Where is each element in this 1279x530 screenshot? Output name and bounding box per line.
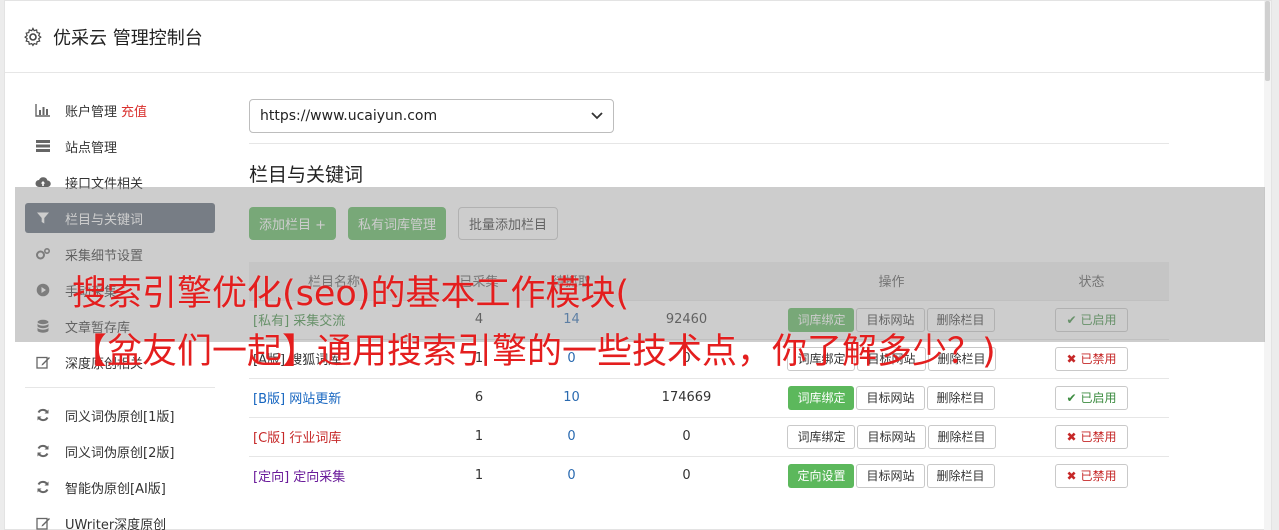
sidebar-item-label: 智能伪原创[AI版] <box>65 481 166 497</box>
column-name-link[interactable]: 定向采集 <box>293 470 345 485</box>
sidebar-item-label: 站点管理 <box>65 140 118 156</box>
count-cell: 0 <box>604 416 769 456</box>
actions-cell: 词库绑定 目标网站 删除栏目 <box>769 377 1014 417</box>
scrollbar[interactable] <box>1264 1 1271 530</box>
edit-icon <box>35 354 51 370</box>
watermark-overlay <box>15 187 1265 342</box>
column-tag: [C版] <box>253 431 286 446</box>
status-toggle[interactable]: ✖ 已禁用 <box>1055 424 1128 449</box>
sidebar-item-sites[interactable]: 站点管理 <box>25 131 215 161</box>
status-cell: ✖ 已禁用 <box>1014 455 1169 495</box>
site-select-value: https://www.ucaiyun.com <box>260 108 438 124</box>
chevron-down-icon <box>591 112 603 120</box>
count-cell: 0 <box>604 455 769 495</box>
table-row: [C版] 行业词库 1 0 0 词库绑定 目标网站 删除栏目 ✖ 已禁用 <box>249 416 1169 456</box>
bar-chart-icon <box>35 102 51 118</box>
bind-library-button[interactable]: 词库绑定 <box>787 424 856 449</box>
top-bar: 优采云 管理控制台 <box>5 1 1271 73</box>
sidebar-divider <box>25 387 215 388</box>
sidebar-item-label: 同义词伪原创[1版] <box>65 409 175 425</box>
table-row: [B版] 网站更新 6 10 174669 词库绑定 目标网站 删除栏目 ✔ 已启用 <box>249 377 1169 417</box>
column-name-link[interactable]: 网站更新 <box>289 392 341 407</box>
delete-column-button[interactable]: 删除栏目 <box>926 385 995 410</box>
sidebar-item-ai-rewrite[interactable]: 智能伪原创[AI版] <box>25 472 215 502</box>
status-label: 已启用 <box>1080 391 1117 405</box>
check-icon: ✔ <box>1066 390 1077 405</box>
page-title: 优采云 管理控制台 <box>53 27 203 49</box>
column-name-cell: [C版] 行业词库 <box>249 416 419 456</box>
refresh-icon <box>35 443 51 459</box>
column-tag: [定向] <box>253 470 290 486</box>
cross-icon: ✖ <box>1066 468 1077 483</box>
refresh-icon <box>35 479 51 495</box>
actions-cell: 定向设置 目标网站 删除栏目 <box>769 455 1014 495</box>
status-label: 已禁用 <box>1080 469 1117 484</box>
sidebar-item-label: UWriter深度原创 <box>65 517 167 530</box>
divider <box>249 143 1169 144</box>
status-cell: ✖ 已禁用 <box>1014 416 1169 456</box>
collected-cell: 1 <box>419 455 539 495</box>
status-label: 已禁用 <box>1080 352 1117 366</box>
column-name-cell: [定向] 定向采集 <box>249 455 419 495</box>
status-label: 已禁用 <box>1080 430 1117 444</box>
bind-library-button[interactable]: 词库绑定 <box>788 385 855 410</box>
delete-column-button[interactable]: 删除栏目 <box>926 463 995 488</box>
table-row: [定向] 定向采集 1 0 0 定向设置 目标网站 删除栏目 ✖ 已禁用 <box>249 455 1169 495</box>
status-toggle[interactable]: ✖ 已禁用 <box>1055 463 1128 488</box>
sidebar-item-uwriter[interactable]: UWriter深度原创 <box>25 508 215 530</box>
pending-cell[interactable]: 0 <box>539 416 604 456</box>
status-cell: ✖ 已禁用 <box>1014 338 1169 378</box>
sidebar-item-label: 同义词伪原创[2版] <box>65 445 175 461</box>
sidebar-item-synonym-v1[interactable]: 同义词伪原创[1版] <box>25 400 215 430</box>
scrollbar-thumb[interactable] <box>1265 1 1270 81</box>
section-title: 栏目与关键词 <box>249 164 364 186</box>
sidebar-item-account[interactable]: 账户管理 充值 <box>25 95 215 125</box>
collected-cell: 6 <box>419 377 539 417</box>
sidebar-item-label: 账户管理 <box>65 104 118 120</box>
column-tag: [B版] <box>253 392 286 407</box>
column-name-link[interactable]: 行业词库 <box>289 431 341 446</box>
pending-cell[interactable]: 0 <box>539 455 604 495</box>
count-cell: 174669 <box>604 377 769 417</box>
edit-icon <box>35 515 51 530</box>
server-icon <box>35 138 51 154</box>
sidebar-item-synonym-v2[interactable]: 同义词伪原创[2版] <box>25 436 215 466</box>
cross-icon: ✖ <box>1066 351 1077 366</box>
refresh-icon <box>35 407 51 423</box>
overlay-headline-line1: 搜索引擎优化(seo)的基本工作模块( <box>72 274 630 314</box>
site-select[interactable]: https://www.ucaiyun.com <box>249 99 614 133</box>
recharge-badge[interactable]: 充值 <box>121 101 147 120</box>
overlay-headline-line2: 【盆友们一起】通用搜索引擎的一些技术点，你了解多少？) <box>72 332 996 372</box>
column-name-cell: [B版] 网站更新 <box>249 377 419 417</box>
target-site-button[interactable]: 目标网站 <box>856 385 925 410</box>
target-site-button[interactable]: 目标网站 <box>857 424 926 449</box>
bind-library-button[interactable]: 定向设置 <box>788 463 855 488</box>
status-cell: ✔ 已启用 <box>1014 377 1169 417</box>
status-toggle[interactable]: ✔ 已启用 <box>1055 385 1128 410</box>
target-site-button[interactable]: 目标网站 <box>856 463 925 488</box>
status-toggle[interactable]: ✖ 已禁用 <box>1055 346 1128 371</box>
delete-column-button[interactable]: 删除栏目 <box>927 424 996 449</box>
gear-icon[interactable] <box>23 26 43 47</box>
collected-cell: 1 <box>419 416 539 456</box>
pending-cell[interactable]: 10 <box>539 377 604 417</box>
actions-cell: 词库绑定 目标网站 删除栏目 <box>769 416 1014 456</box>
cross-icon: ✖ <box>1066 429 1077 444</box>
